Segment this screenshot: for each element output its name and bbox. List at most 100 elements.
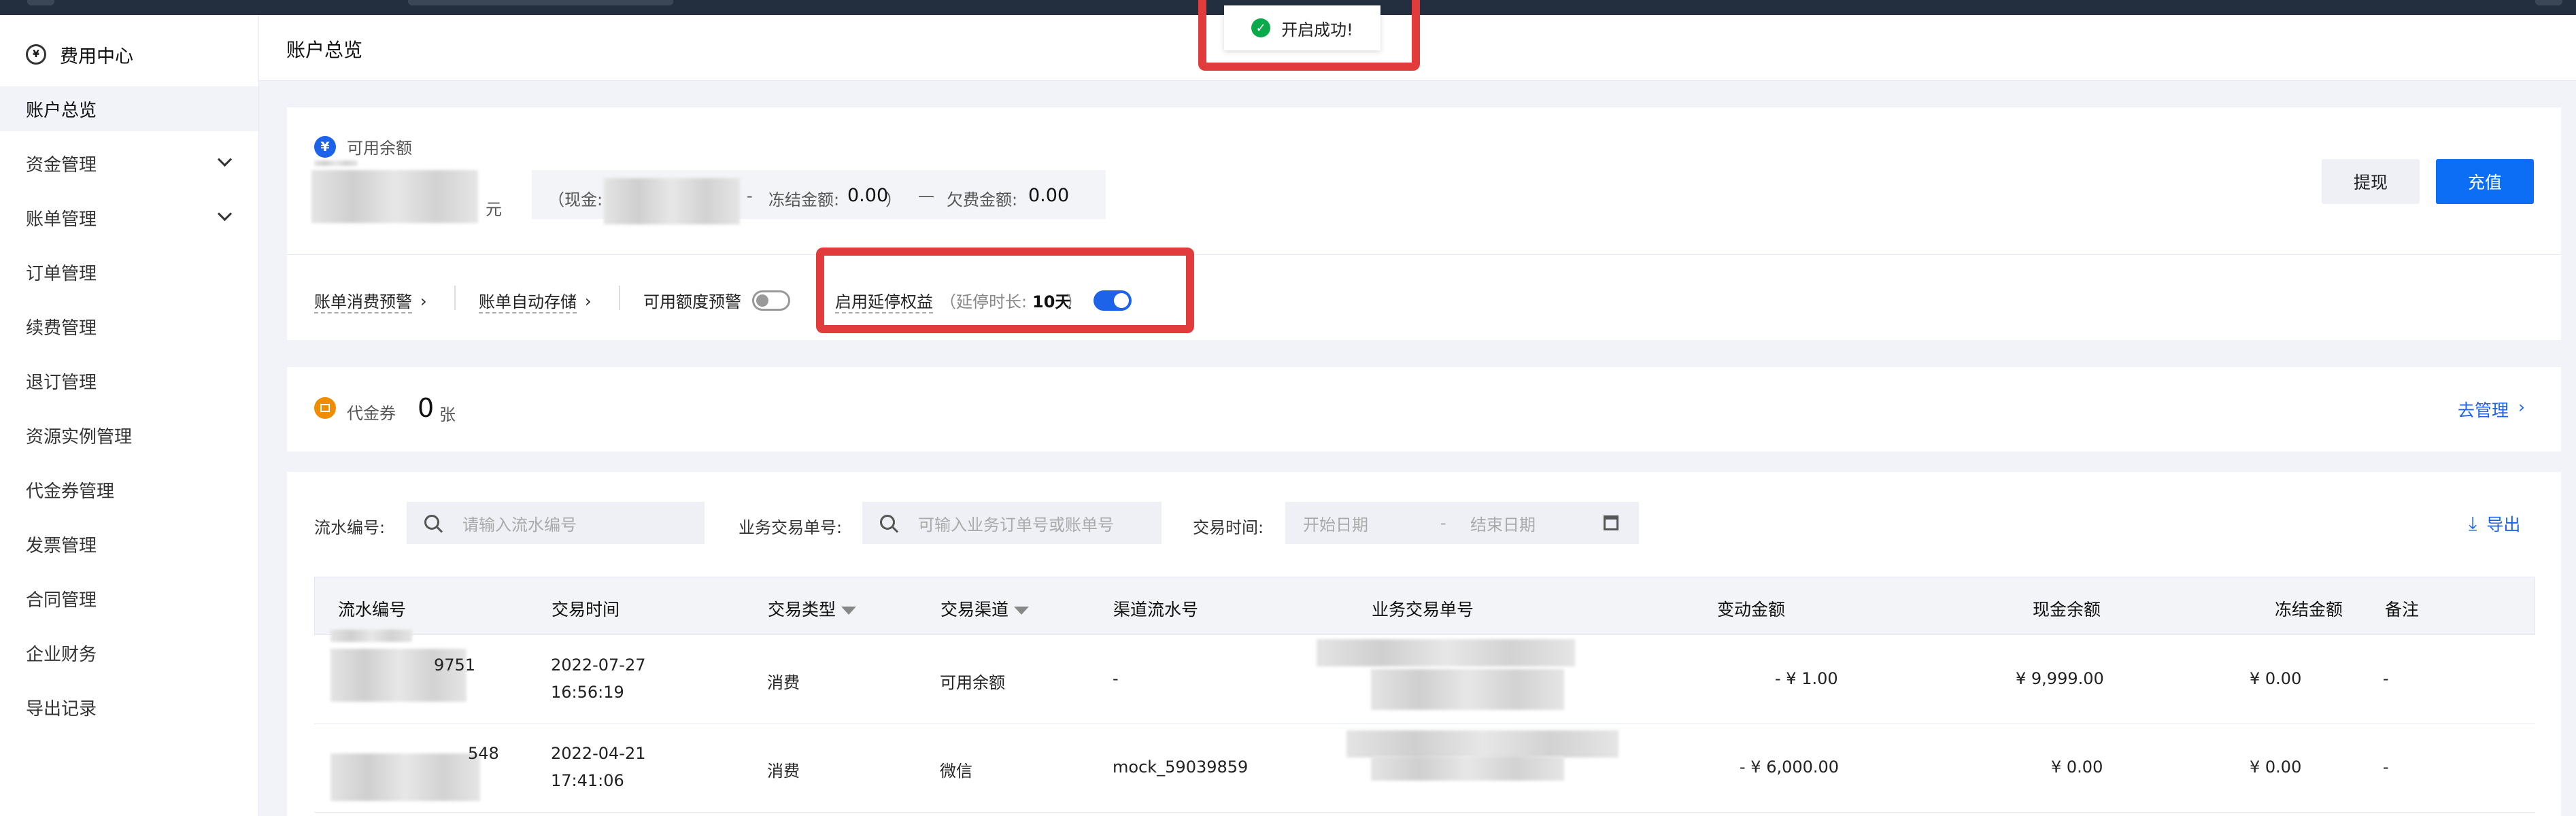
- sidebar-item-orders[interactable]: 订单管理: [0, 250, 258, 294]
- table-header: 流水编号 交易时间 交易类型 交易渠道 渠道流水号 业务交易单号 变动金额 现金…: [314, 577, 2535, 635]
- close-paren: ）: [885, 190, 902, 209]
- calendar-icon: [1604, 515, 1619, 530]
- chevron-down-icon: [217, 152, 233, 167]
- chevron-right-icon: ›: [420, 291, 427, 311]
- sidebar-item-renewal[interactable]: 续费管理: [0, 304, 258, 349]
- success-toast: ✓ 开启成功!: [1224, 5, 1380, 50]
- voucher-count: 0: [418, 393, 435, 423]
- redacted-serial: [331, 630, 412, 642]
- voucher-unit: 张: [439, 405, 456, 424]
- biz-search-input[interactable]: 可输入业务订单号或账单号: [862, 502, 1162, 544]
- recharge-button[interactable]: 充值: [2436, 159, 2534, 204]
- export-label: 导出: [2486, 515, 2521, 534]
- filter-icon[interactable]: [1014, 607, 1030, 615]
- sidebar-item-label: 资源实例管理: [26, 426, 133, 447]
- bill-storage-link[interactable]: 账单自动存储 ›: [479, 288, 592, 313]
- manage-vouchers-link[interactable]: 去管理 ›: [2458, 397, 2525, 422]
- frozen-amount: ¥ 0.00: [2250, 758, 2302, 777]
- redacted-biz-number: [1317, 639, 1575, 666]
- channel-serial: mock_59039859: [1113, 758, 1249, 777]
- transaction-channel: 微信: [940, 762, 972, 781]
- extension-label: 启用延停权益: [835, 288, 933, 313]
- avatar[interactable]: [2535, 0, 2562, 5]
- time-filter-label: 交易时间:: [1193, 518, 1264, 537]
- end-date-placeholder[interactable]: 结束日期: [1470, 511, 1536, 535]
- bill-alert-link[interactable]: 账单消费预警 ›: [314, 288, 427, 313]
- sidebar-title-label: 费用中心: [60, 46, 133, 67]
- serial-tail: 548: [468, 744, 499, 763]
- column-header-with-filter[interactable]: 交易类型: [768, 596, 857, 621]
- sidebar-item-label: 导出记录: [26, 698, 97, 719]
- quota-alert-toggle[interactable]: [752, 290, 790, 311]
- balance-label-row: ¥ 可用余额: [314, 135, 412, 158]
- sidebar-item-contracts[interactable]: 合同管理: [0, 576, 258, 621]
- channel-serial: -: [1113, 669, 1119, 688]
- sidebar-item-label: 企业财务: [26, 644, 97, 665]
- cash-prefix: （现金:: [548, 190, 603, 209]
- extension-note-prefix: （延停时长:: [940, 292, 1028, 311]
- divider: [619, 286, 620, 310]
- sidebar-item-bills[interactable]: 账单管理: [0, 195, 258, 240]
- date-range-input[interactable]: 开始日期 - 结束日期: [1285, 502, 1639, 544]
- sidebar-item-enterprise-finance[interactable]: 企业财务: [0, 630, 258, 675]
- check-circle-icon: ✓: [1251, 18, 1271, 37]
- extension-toggle[interactable]: [1094, 290, 1132, 311]
- billing-icon: ¥: [26, 44, 46, 65]
- sidebar-item-resources[interactable]: 资源实例管理: [0, 413, 258, 458]
- column-header: 流水编号: [338, 600, 407, 619]
- column-header: 备注: [2385, 600, 2420, 619]
- column-header-label: 交易渠道: [940, 600, 1009, 619]
- sidebar-item-overview[interactable]: 账户总览: [0, 86, 258, 131]
- column-header: 交易时间: [552, 600, 620, 619]
- redacted-balance-amount: [311, 170, 478, 223]
- redacted-biz-number: [1371, 756, 1564, 781]
- sidebar-item-label: 账户总览: [26, 100, 97, 121]
- sidebar-item-funds[interactable]: 资金管理: [0, 141, 258, 186]
- search-stub: [408, 0, 673, 5]
- yen-icon: ¥: [314, 135, 336, 158]
- transaction-type: 消费: [767, 762, 800, 781]
- sidebar-item-label: 订单管理: [26, 263, 97, 284]
- redacted-text: [314, 160, 358, 166]
- redacted-biz-number: [1371, 669, 1564, 710]
- sidebar-item-export-records[interactable]: 导出记录: [0, 685, 258, 730]
- frozen-value: 0.00: [847, 185, 889, 206]
- toggle-knob: [756, 294, 768, 307]
- cash-balance: ¥ 9,999.00: [2016, 669, 2104, 688]
- sidebar-item-vouchers[interactable]: 代金券管理: [0, 467, 258, 512]
- transaction-date: 2022-07-27: [551, 656, 646, 675]
- debt-value: 0.00: [1028, 185, 1070, 206]
- sidebar-item-label: 续费管理: [26, 318, 97, 339]
- filter-icon[interactable]: [841, 607, 857, 615]
- extension-days: 10天: [1032, 292, 1072, 311]
- chevron-right-icon: ›: [2518, 397, 2526, 417]
- divider: [454, 286, 456, 310]
- serial-search-input[interactable]: 请输入流水编号: [407, 502, 705, 544]
- start-date-placeholder[interactable]: 开始日期: [1303, 511, 1368, 535]
- amount-change: - ¥ 6,000.00: [1740, 758, 1840, 777]
- detail-dash: -: [747, 186, 753, 205]
- voucher-icon: [314, 397, 336, 419]
- divider: [287, 254, 2561, 255]
- frozen-label: 冻结金额:: [768, 190, 840, 209]
- sidebar-item-invoices[interactable]: 发票管理: [0, 522, 258, 566]
- transaction-time: 17:41:06: [551, 771, 624, 790]
- search-icon: [424, 515, 439, 530]
- sidebar-item-label: 资金管理: [26, 154, 97, 175]
- range-dash: -: [1440, 513, 1446, 532]
- note: -: [2383, 758, 2389, 777]
- debt-label: 欠费金额:: [947, 190, 1018, 209]
- sidebar-item-label: 账单管理: [26, 209, 97, 230]
- column-header: 业务交易单号: [1372, 600, 1474, 619]
- chevron-right-icon: ›: [585, 291, 592, 311]
- withdraw-button[interactable]: 提现: [2322, 159, 2420, 204]
- sidebar-item-label: 发票管理: [26, 535, 97, 556]
- sidebar-item-unsubscribe[interactable]: 退订管理: [0, 358, 258, 403]
- balance-unit: 元: [486, 200, 502, 219]
- biz-placeholder: 可输入业务订单号或账单号: [918, 515, 1114, 534]
- toast-message: 开启成功!: [1281, 20, 1353, 39]
- sidebar-item-label: 合同管理: [26, 590, 97, 611]
- serial-placeholder: 请输入流水编号: [462, 515, 577, 534]
- column-header-with-filter[interactable]: 交易渠道: [940, 596, 1030, 621]
- export-button[interactable]: ⤓ 导出: [2469, 511, 2520, 536]
